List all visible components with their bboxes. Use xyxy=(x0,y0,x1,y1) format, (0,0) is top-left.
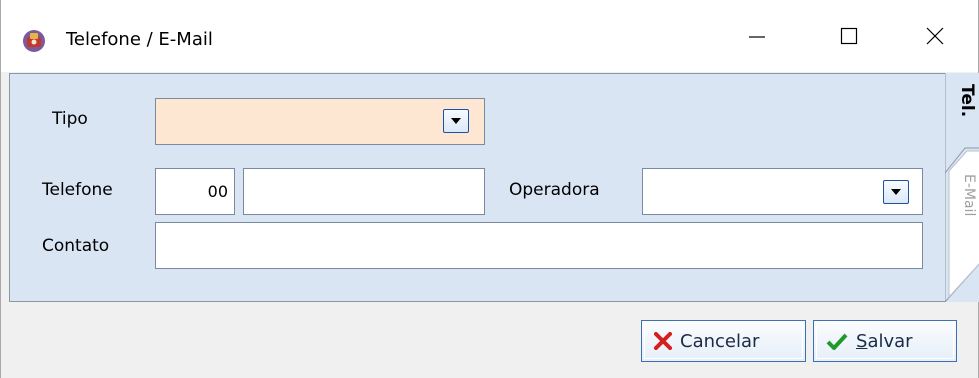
tipo-dropdown-button[interactable] xyxy=(443,109,469,133)
contato-input[interactable] xyxy=(155,222,923,269)
ddd-value: 00 xyxy=(207,182,228,201)
telefone-input[interactable] xyxy=(243,168,485,215)
ddd-input[interactable]: 00 xyxy=(155,168,235,215)
tipo-select[interactable] xyxy=(155,98,485,145)
operadora-label: Operadora xyxy=(509,180,600,200)
tab-tel[interactable]: Tel. xyxy=(947,84,977,117)
cancel-label: Cancelar xyxy=(680,330,760,352)
operadora-select[interactable] xyxy=(642,168,923,215)
minimize-button[interactable] xyxy=(711,0,803,72)
minimize-icon xyxy=(749,36,765,38)
close-icon xyxy=(926,27,944,45)
check-icon xyxy=(826,332,848,350)
maximize-button[interactable] xyxy=(803,0,895,72)
maximize-icon xyxy=(840,27,858,45)
form-panel: Tipo Telefone 00 Operadora Contato xyxy=(9,73,945,302)
tab-email[interactable]: E-Mail xyxy=(951,174,977,216)
chevron-down-icon xyxy=(451,118,461,124)
tipo-label: Tipo xyxy=(52,109,88,129)
cancel-button[interactable]: Cancelar xyxy=(641,320,806,362)
save-label: Salvar xyxy=(856,330,913,352)
dialog-window: Telefone / E-Mail Tipo Telefone 00 Opera… xyxy=(0,0,979,378)
window-title: Telefone / E-Mail xyxy=(66,29,213,50)
title-bar: Telefone / E-Mail xyxy=(1,0,978,72)
phone-app-icon xyxy=(21,28,47,54)
chevron-down-icon xyxy=(891,189,901,195)
x-icon xyxy=(654,332,672,350)
operadora-dropdown-button[interactable] xyxy=(883,180,909,204)
telefone-label: Telefone xyxy=(42,180,113,200)
close-button[interactable] xyxy=(889,0,979,72)
contato-label: Contato xyxy=(42,236,110,256)
save-button[interactable]: Salvar xyxy=(813,320,957,362)
